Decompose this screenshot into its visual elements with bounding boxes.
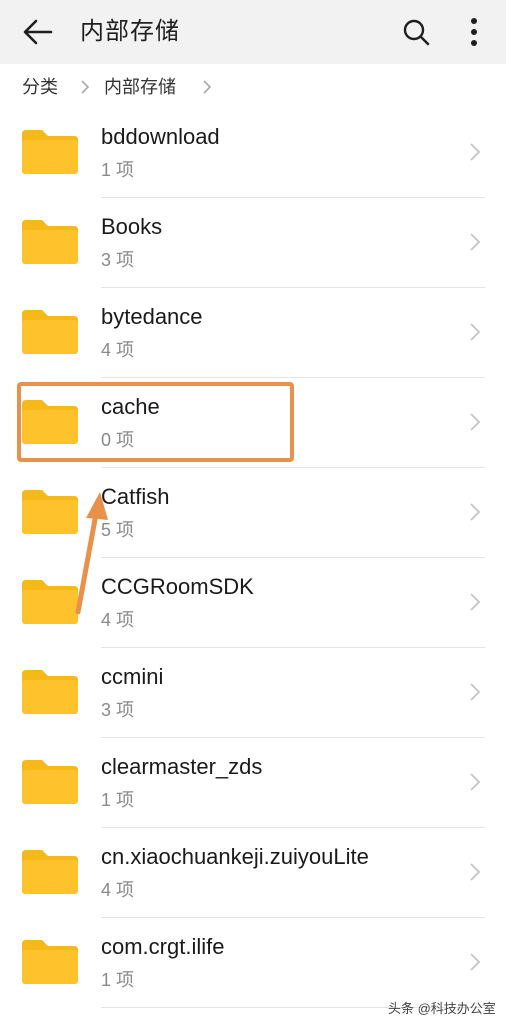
folder-item-count: 3 项 <box>101 250 135 270</box>
chevron-right-icon <box>470 323 481 341</box>
folder-name: ccmini <box>101 664 164 689</box>
arrow-left-icon <box>23 19 53 45</box>
folder-item-count: 3 项 <box>101 700 135 720</box>
folder-name: com.crgt.ilife <box>101 934 225 959</box>
search-button[interactable] <box>396 12 436 52</box>
chevron-right-icon <box>470 413 481 431</box>
folder-name: CCGRoomSDK <box>101 574 254 599</box>
folder-icon <box>22 220 78 264</box>
folder-item-count: 1 项 <box>101 790 135 810</box>
chevron-right-icon <box>470 683 481 701</box>
chevron-right-icon <box>470 863 481 881</box>
highlight-box <box>17 382 294 462</box>
breadcrumb: 分类 内部存储 <box>0 64 506 110</box>
chevron-right-icon <box>470 143 481 161</box>
chevron-right-icon <box>470 503 481 521</box>
folder-row[interactable]: bddownload 1 项 <box>0 108 506 198</box>
folder-row[interactable]: com.crgt.ilife 1 项 <box>0 918 506 1008</box>
watermark: 头条 @科技办公室 <box>388 1001 496 1016</box>
folder-icon <box>22 940 78 984</box>
top-app-bar: 内部存储 <box>0 0 506 64</box>
breadcrumb-item-internal-storage[interactable]: 内部存储 <box>104 74 176 100</box>
chevron-right-icon <box>203 80 212 94</box>
folder-icon <box>22 130 78 174</box>
folder-name: clearmaster_zds <box>101 754 263 779</box>
chevron-right-icon <box>470 593 481 611</box>
folder-name: cn.xiaochuankeji.zuiyouLite <box>101 844 369 869</box>
folder-item-count: 4 项 <box>101 880 135 900</box>
more-vertical-icon <box>471 18 477 46</box>
folder-item-count: 4 项 <box>101 340 135 360</box>
folder-row[interactable]: Books 3 项 <box>0 198 506 288</box>
chevron-right-icon <box>470 773 481 791</box>
folder-icon <box>22 760 78 804</box>
folder-row[interactable]: clearmaster_zds 1 项 <box>0 738 506 828</box>
folder-name: Books <box>101 214 163 239</box>
chevron-right-icon <box>81 80 90 94</box>
folder-icon <box>22 850 78 894</box>
more-options-button[interactable] <box>456 12 492 52</box>
folder-item-count: 1 项 <box>101 160 135 180</box>
folder-row[interactable]: cn.xiaochuankeji.zuiyouLite 4 项 <box>0 828 506 918</box>
annotation-arrow-icon <box>75 492 108 615</box>
folder-item-count: 1 项 <box>101 970 135 990</box>
back-button[interactable] <box>14 12 62 52</box>
folder-icon <box>22 310 78 354</box>
chevron-right-icon <box>470 233 481 251</box>
breadcrumb-item-category[interactable]: 分类 <box>22 74 58 100</box>
chevron-right-icon <box>470 953 481 971</box>
search-icon <box>403 19 430 46</box>
folder-icon <box>22 670 78 714</box>
folder-row[interactable]: bytedance 4 项 <box>0 288 506 378</box>
folder-row[interactable]: ccmini 3 项 <box>0 648 506 738</box>
page-title: 内部存储 <box>80 18 180 45</box>
folder-name: bytedance <box>101 304 203 329</box>
folder-name: bddownload <box>101 124 220 149</box>
